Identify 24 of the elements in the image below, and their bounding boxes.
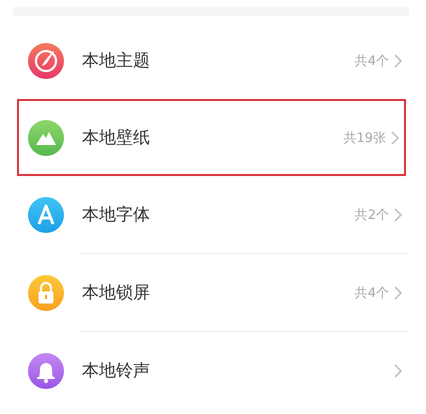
highlighted-list-item[interactable]: 本地壁纸 共19张: [17, 99, 406, 176]
list-item[interactable]: 本地字体 共2个: [0, 176, 409, 253]
chevron-icon: [393, 362, 403, 378]
item-label: 本地主题: [82, 50, 151, 72]
item-count: 共4个: [354, 52, 389, 70]
item-label: 本地壁纸: [82, 127, 151, 149]
list-item[interactable]: 本地主题 共4个: [0, 22, 409, 99]
item-count: 共19张: [343, 130, 386, 146]
letter-icon: [28, 196, 64, 232]
item-label: 本地铃声: [82, 360, 151, 382]
item-count: 共2个: [354, 206, 389, 224]
chevron-icon: [393, 206, 403, 222]
bell-icon: [28, 352, 64, 388]
list-item[interactable]: 本地锁屏 共4个: [0, 254, 409, 331]
chevron-icon: [393, 52, 403, 68]
chevron-icon: [393, 284, 403, 300]
chevron-icon: [390, 130, 400, 146]
lock-icon: [28, 274, 64, 310]
brush-icon: [28, 42, 64, 78]
mountain-icon: [28, 120, 64, 156]
list-item[interactable]: 本地铃声: [0, 332, 409, 409]
item-label: 本地锁屏: [82, 282, 151, 304]
item-label: 本地字体: [82, 204, 151, 226]
item-count: 共4个: [354, 284, 389, 302]
